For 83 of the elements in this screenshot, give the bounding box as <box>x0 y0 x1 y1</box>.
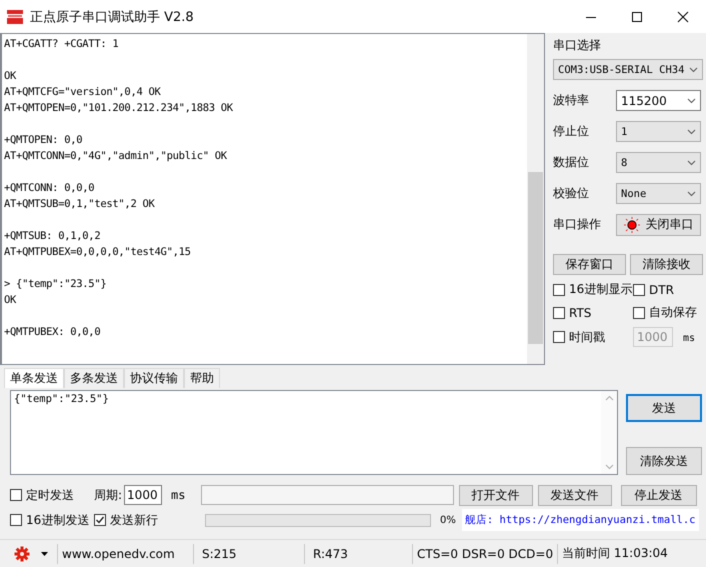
tab[interactable]: 多条发送 <box>64 368 124 388</box>
app-logo-icon <box>6 8 24 26</box>
checkbox-label: 时间戳 <box>569 328 605 346</box>
dropdown-value: None <box>621 188 646 200</box>
log-line: > {"temp":"23.5"} <box>4 277 108 292</box>
field-label: 停止位 <box>553 123 590 140</box>
file-button[interactable]: 打开文件 <box>458 484 532 506</box>
progress-reading: 0% <box>440 514 456 526</box>
log-line: OK <box>4 293 18 308</box>
caret-icon[interactable] <box>40 552 48 556</box>
received-count: R:473 <box>305 544 413 564</box>
dropdown-value: 115200 <box>621 94 667 108</box>
log-line: AT+QMTOPEN=0,"101.200.212.234",1883 OK <box>4 101 234 116</box>
tab[interactable]: 单条发送 <box>4 368 64 388</box>
field-label: 波特率 <box>553 92 590 109</box>
panel-button[interactable]: 保存窗口 <box>553 254 626 275</box>
chevron-down-icon <box>687 98 696 104</box>
chevron-down-icon <box>687 128 696 134</box>
chevron-down-icon <box>687 160 696 166</box>
gear-icon[interactable] <box>14 546 30 562</box>
dropdown[interactable]: 1 <box>616 121 701 142</box>
checkbox-label: 定时发送 <box>26 486 74 504</box>
line-status: CTS=0 DSR=0 DCD=0 <box>413 544 558 564</box>
checkbox[interactable] <box>553 284 565 296</box>
dropdown[interactable]: None <box>616 183 701 204</box>
tab[interactable]: 帮助 <box>184 368 220 388</box>
log-line: +QMTPUBEX: 0,0,0 <box>4 325 102 340</box>
dropdown-value: 8 <box>621 156 628 168</box>
checkbox-label: 16进制显示 <box>569 281 632 298</box>
field-label: 数据位 <box>553 154 590 171</box>
log-line: +QMTOPEN: 0,0 <box>4 133 84 148</box>
unit-label: ms <box>171 488 186 502</box>
file-button[interactable]: 停止发送 <box>620 484 696 506</box>
send-button[interactable]: 发送 <box>626 394 702 422</box>
log-line: +QMTSUB: 0,1,0,2 <box>4 229 102 244</box>
checkbox-label: RTS <box>569 306 592 320</box>
file-button[interactable]: 发送文件 <box>538 484 612 506</box>
close-port-button[interactable]: 关闭串口 <box>616 214 701 236</box>
checkbox[interactable] <box>553 331 565 343</box>
unit-label: ms <box>683 333 696 344</box>
maximize-icon[interactable] <box>631 10 643 22</box>
current-time: 当前时间 11:03:04 <box>561 545 669 562</box>
log-line: OK <box>4 69 18 84</box>
log-line: AT+QMTPUBEX=0,0,0,0,"test4G",15 <box>4 245 192 260</box>
field-label: 校验位 <box>553 185 590 202</box>
checkbox-label: 16进制发送 <box>26 512 90 528</box>
dropdown[interactable]: 115200 <box>616 90 701 111</box>
dropdown-value: 1 <box>621 126 628 138</box>
section-label: 串口选择 <box>553 37 602 54</box>
port-dropdown[interactable]: COM3:USB-SERIAL CH34 <box>553 59 703 80</box>
send-button[interactable]: 清除发送 <box>626 447 702 475</box>
log-line: AT+QMTCONN=0,"4G","admin","public" OK <box>4 149 228 164</box>
close-icon[interactable] <box>677 10 689 22</box>
panel-button[interactable]: 清除接收 <box>630 254 703 275</box>
log-line: AT+CGATT? +CGATT: 1 <box>4 37 120 52</box>
checkbox-label: 发送新行 <box>110 512 158 528</box>
log-line: +QMTCONN: 0,0,0 <box>4 181 96 196</box>
log-line: AT+QMTSUB=0,1,"test",2 OK <box>4 197 156 212</box>
checkbox[interactable] <box>553 306 565 318</box>
checkbox-label: 自动保存 <box>649 304 697 321</box>
window-title: 正点原子串口调试助手 V2.8 <box>30 8 195 26</box>
field-label: 周期: <box>94 486 122 504</box>
tab[interactable]: 协议传输 <box>124 368 184 388</box>
field-label: 串口操作 <box>553 216 602 233</box>
checkbox[interactable] <box>94 514 106 526</box>
website-label: www.openedv.com <box>58 544 194 564</box>
period-field[interactable]: 1000 <box>124 485 162 505</box>
chevron-down-icon <box>689 66 698 72</box>
checkbox[interactable] <box>10 489 22 501</box>
checkbox[interactable] <box>633 284 645 296</box>
checkbox[interactable] <box>633 306 645 318</box>
dropdown-value: COM3:USB-SERIAL CH34 <box>558 64 684 76</box>
sent-count: S:215 <box>194 544 305 564</box>
check-icon <box>95 515 105 525</box>
scrollbar[interactable] <box>527 34 544 364</box>
checkbox[interactable] <box>10 514 22 526</box>
store-link[interactable]: 舰店: https://zhengdianyuanzi.tmall.c <box>462 509 698 531</box>
file-path-field[interactable] <box>200 485 454 505</box>
log-line: AT+QMTCFG="version",0,4 OK <box>4 85 162 100</box>
chevron-down-icon <box>687 190 696 196</box>
dropdown[interactable]: 8 <box>616 152 701 173</box>
checkbox-label: DTR <box>649 282 674 296</box>
receive-log[interactable] <box>0 33 545 365</box>
